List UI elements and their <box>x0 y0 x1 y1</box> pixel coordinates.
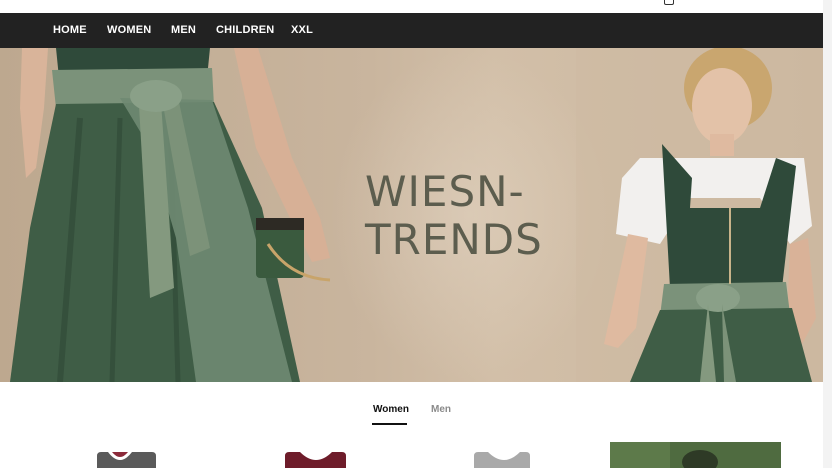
active-tab-underline <box>372 423 407 425</box>
product-thumbnail-2[interactable] <box>285 452 346 468</box>
hero-banner[interactable]: WIESN- TRENDS <box>0 48 823 382</box>
nav-item-women[interactable]: WOMEN <box>107 24 151 36</box>
product-thumbnail-3[interactable] <box>474 452 530 468</box>
scrollbar[interactable] <box>823 0 832 468</box>
tab-women[interactable]: Women <box>373 404 409 415</box>
category-tabs: Women Men <box>0 382 823 442</box>
product-thumbnail-1[interactable] <box>97 452 156 468</box>
cart-icon[interactable] <box>664 0 674 5</box>
nav-item-men[interactable]: MEN <box>171 24 196 36</box>
hero-heading: WIESN- TRENDS <box>365 168 565 264</box>
hero-heading-line-2: TRENDS <box>365 215 543 264</box>
nav-item-home[interactable]: HOME <box>53 24 87 36</box>
nav-item-children[interactable]: CHILDREN <box>216 24 274 36</box>
product-thumbnails <box>97 442 781 468</box>
hero-heading-line-1: WIESN- <box>365 167 525 216</box>
product-thumbnail-4[interactable] <box>610 442 781 468</box>
nav-item-xxl[interactable]: XXL <box>291 24 313 36</box>
top-bar <box>0 0 832 13</box>
product-grid <box>0 442 823 468</box>
main-navigation: HOME WOMEN MEN CHILDREN XXL <box>0 13 823 48</box>
tab-men[interactable]: Men <box>431 404 451 415</box>
